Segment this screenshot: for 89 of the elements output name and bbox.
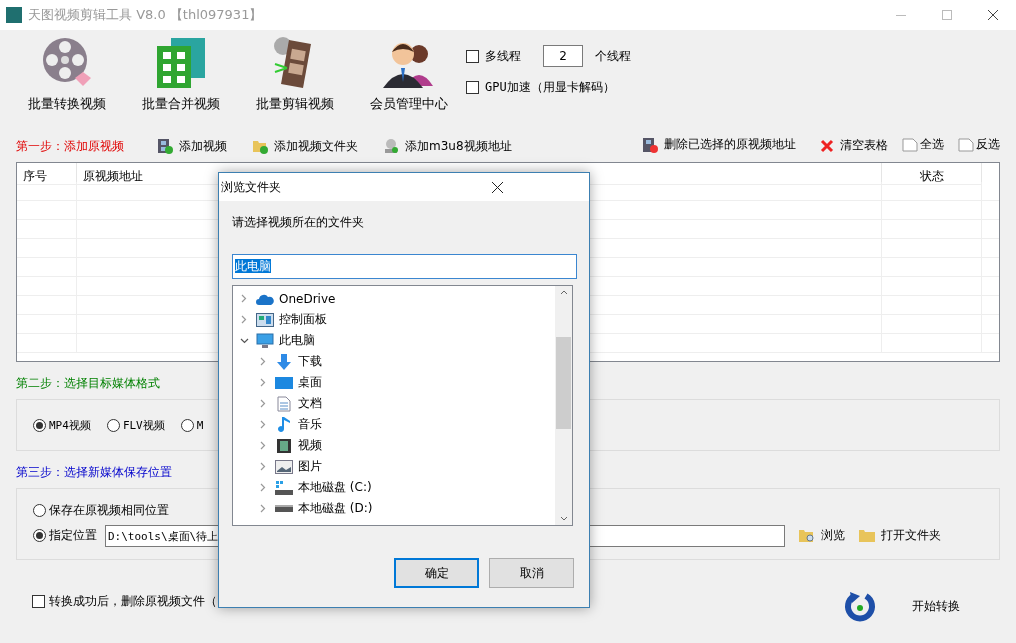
checkbox-label: 多线程 — [485, 47, 521, 65]
tree-item[interactable]: 控制面板 — [279, 311, 327, 328]
chevron-right-icon[interactable] — [260, 399, 266, 408]
toolbar-button[interactable]: 批量转换视频 — [10, 34, 124, 126]
toolbar-button[interactable]: 会员管理中心 — [352, 34, 466, 126]
music-note-icon — [277, 415, 291, 434]
chevron-right-icon[interactable] — [241, 315, 247, 324]
chevron-right-icon[interactable] — [260, 357, 266, 366]
dialog-prompt: 请选择视频所在的文件夹 — [232, 214, 365, 230]
action-button[interactable]: 添加视频 — [157, 137, 227, 155]
step-label: 第二步：选择目标媒体格式 — [16, 376, 160, 390]
scrollbar[interactable] — [555, 286, 572, 525]
folder-field[interactable]: 此电脑 — [232, 254, 577, 279]
toolbar-button[interactable]: 批量合并视频 — [124, 34, 238, 126]
close-icon[interactable] — [491, 181, 503, 193]
action-button[interactable]: 全选 — [902, 136, 944, 154]
computer-icon — [256, 332, 274, 349]
tree-item[interactable]: 文档 — [298, 395, 322, 412]
picture-icon — [275, 459, 293, 474]
page-icon — [958, 136, 974, 153]
thread-count-field[interactable]: 2 — [543, 45, 583, 67]
chevron-right-icon[interactable] — [260, 378, 266, 387]
folder-search-icon — [799, 528, 815, 543]
film-add-icon — [157, 138, 173, 154]
action-button[interactable]: 反选 — [958, 136, 1000, 154]
chevron-right-icon[interactable] — [260, 420, 266, 429]
radio-button[interactable] — [33, 529, 46, 542]
checkbox[interactable] — [466, 81, 479, 94]
checkbox-label: GPU加速（用显卡解码） — [485, 79, 615, 96]
control-panel-icon — [256, 312, 274, 327]
film-icon — [276, 437, 292, 454]
page-icon — [902, 136, 918, 153]
chevron-right-icon[interactable] — [260, 504, 266, 513]
radio-label: M — [196, 418, 204, 432]
down-arrow-icon — [276, 353, 292, 370]
scroll-up-icon[interactable] — [559, 290, 568, 295]
checkbox[interactable] — [32, 594, 45, 608]
tree-item[interactable]: 本地磁盘 (C:) — [298, 479, 372, 496]
dialog-button[interactable]: 确定 — [394, 558, 479, 588]
chevron-right-icon[interactable] — [241, 294, 247, 303]
start-button[interactable]: 开始转换 — [844, 590, 960, 622]
radio-button[interactable] — [106, 418, 120, 432]
tree-item[interactable]: OneDrive — [279, 291, 336, 306]
toolbar-button[interactable]: 批量剪辑视频 — [238, 34, 352, 126]
drive-icon — [275, 479, 293, 496]
open-folder-button[interactable]: 打开文件夹 — [859, 527, 941, 544]
action-button[interactable]: 清空表格 — [820, 137, 888, 155]
radio-button[interactable] — [180, 418, 194, 432]
radio-label: FLV视频 — [122, 417, 165, 433]
scroll-down-icon[interactable] — [559, 516, 568, 521]
browse-button[interactable]: 浏览 — [799, 527, 845, 544]
desktop-icon — [275, 375, 293, 390]
refresh-icon — [844, 590, 876, 622]
action-button[interactable]: 添加m3u8视频地址 — [383, 137, 512, 155]
tree-item[interactable]: 视频 — [298, 437, 322, 454]
unit-label: 个线程 — [595, 47, 631, 65]
window-title: 天图视频剪辑工具 V8.0 【thl097931】 — [28, 6, 264, 24]
checkbox-label: 转换成功后，删除原视频文件（ — [49, 592, 217, 610]
tree-item[interactable]: 桌面 — [298, 374, 322, 391]
chevron-down-icon[interactable] — [239, 337, 249, 344]
radio-label: MP4视频 — [49, 417, 91, 433]
checkbox[interactable] — [466, 49, 479, 63]
action-button[interactable]: 删除已选择的原视频地址 — [642, 136, 796, 154]
tree-item[interactable]: 本地磁盘 (D:) — [298, 500, 373, 517]
radio-label: 保存在原视频相同位置 — [49, 501, 169, 519]
tree-item[interactable]: 音乐 — [298, 416, 322, 433]
drive-icon — [275, 504, 293, 513]
step-label: 第三步：选择新媒体保存位置 — [16, 465, 172, 479]
tree-item[interactable]: 图片 — [298, 458, 322, 475]
film-remove-icon — [642, 136, 658, 153]
chevron-right-icon[interactable] — [260, 441, 266, 450]
document-icon — [277, 395, 291, 412]
folder-add-icon — [252, 138, 268, 154]
disc-user-icon — [383, 138, 399, 154]
close-icon — [820, 138, 834, 153]
close-icon[interactable] — [988, 10, 998, 20]
chevron-right-icon[interactable] — [260, 462, 266, 471]
app-icon — [6, 7, 22, 23]
radio-button[interactable] — [33, 418, 46, 432]
folder-icon — [859, 528, 875, 543]
action-button[interactable]: 添加视频文件夹 — [252, 137, 358, 155]
tree-item[interactable]: 此电脑 — [279, 332, 315, 349]
tree-item[interactable]: 下载 — [298, 353, 322, 370]
step-label: 第一步：添加原视频 — [16, 137, 125, 155]
radio-label: 指定位置 — [49, 527, 97, 544]
dialog-button[interactable]: 取消 — [489, 558, 574, 588]
chevron-right-icon[interactable] — [260, 483, 266, 492]
radio-button[interactable] — [33, 503, 46, 517]
cloud-icon — [256, 292, 274, 305]
